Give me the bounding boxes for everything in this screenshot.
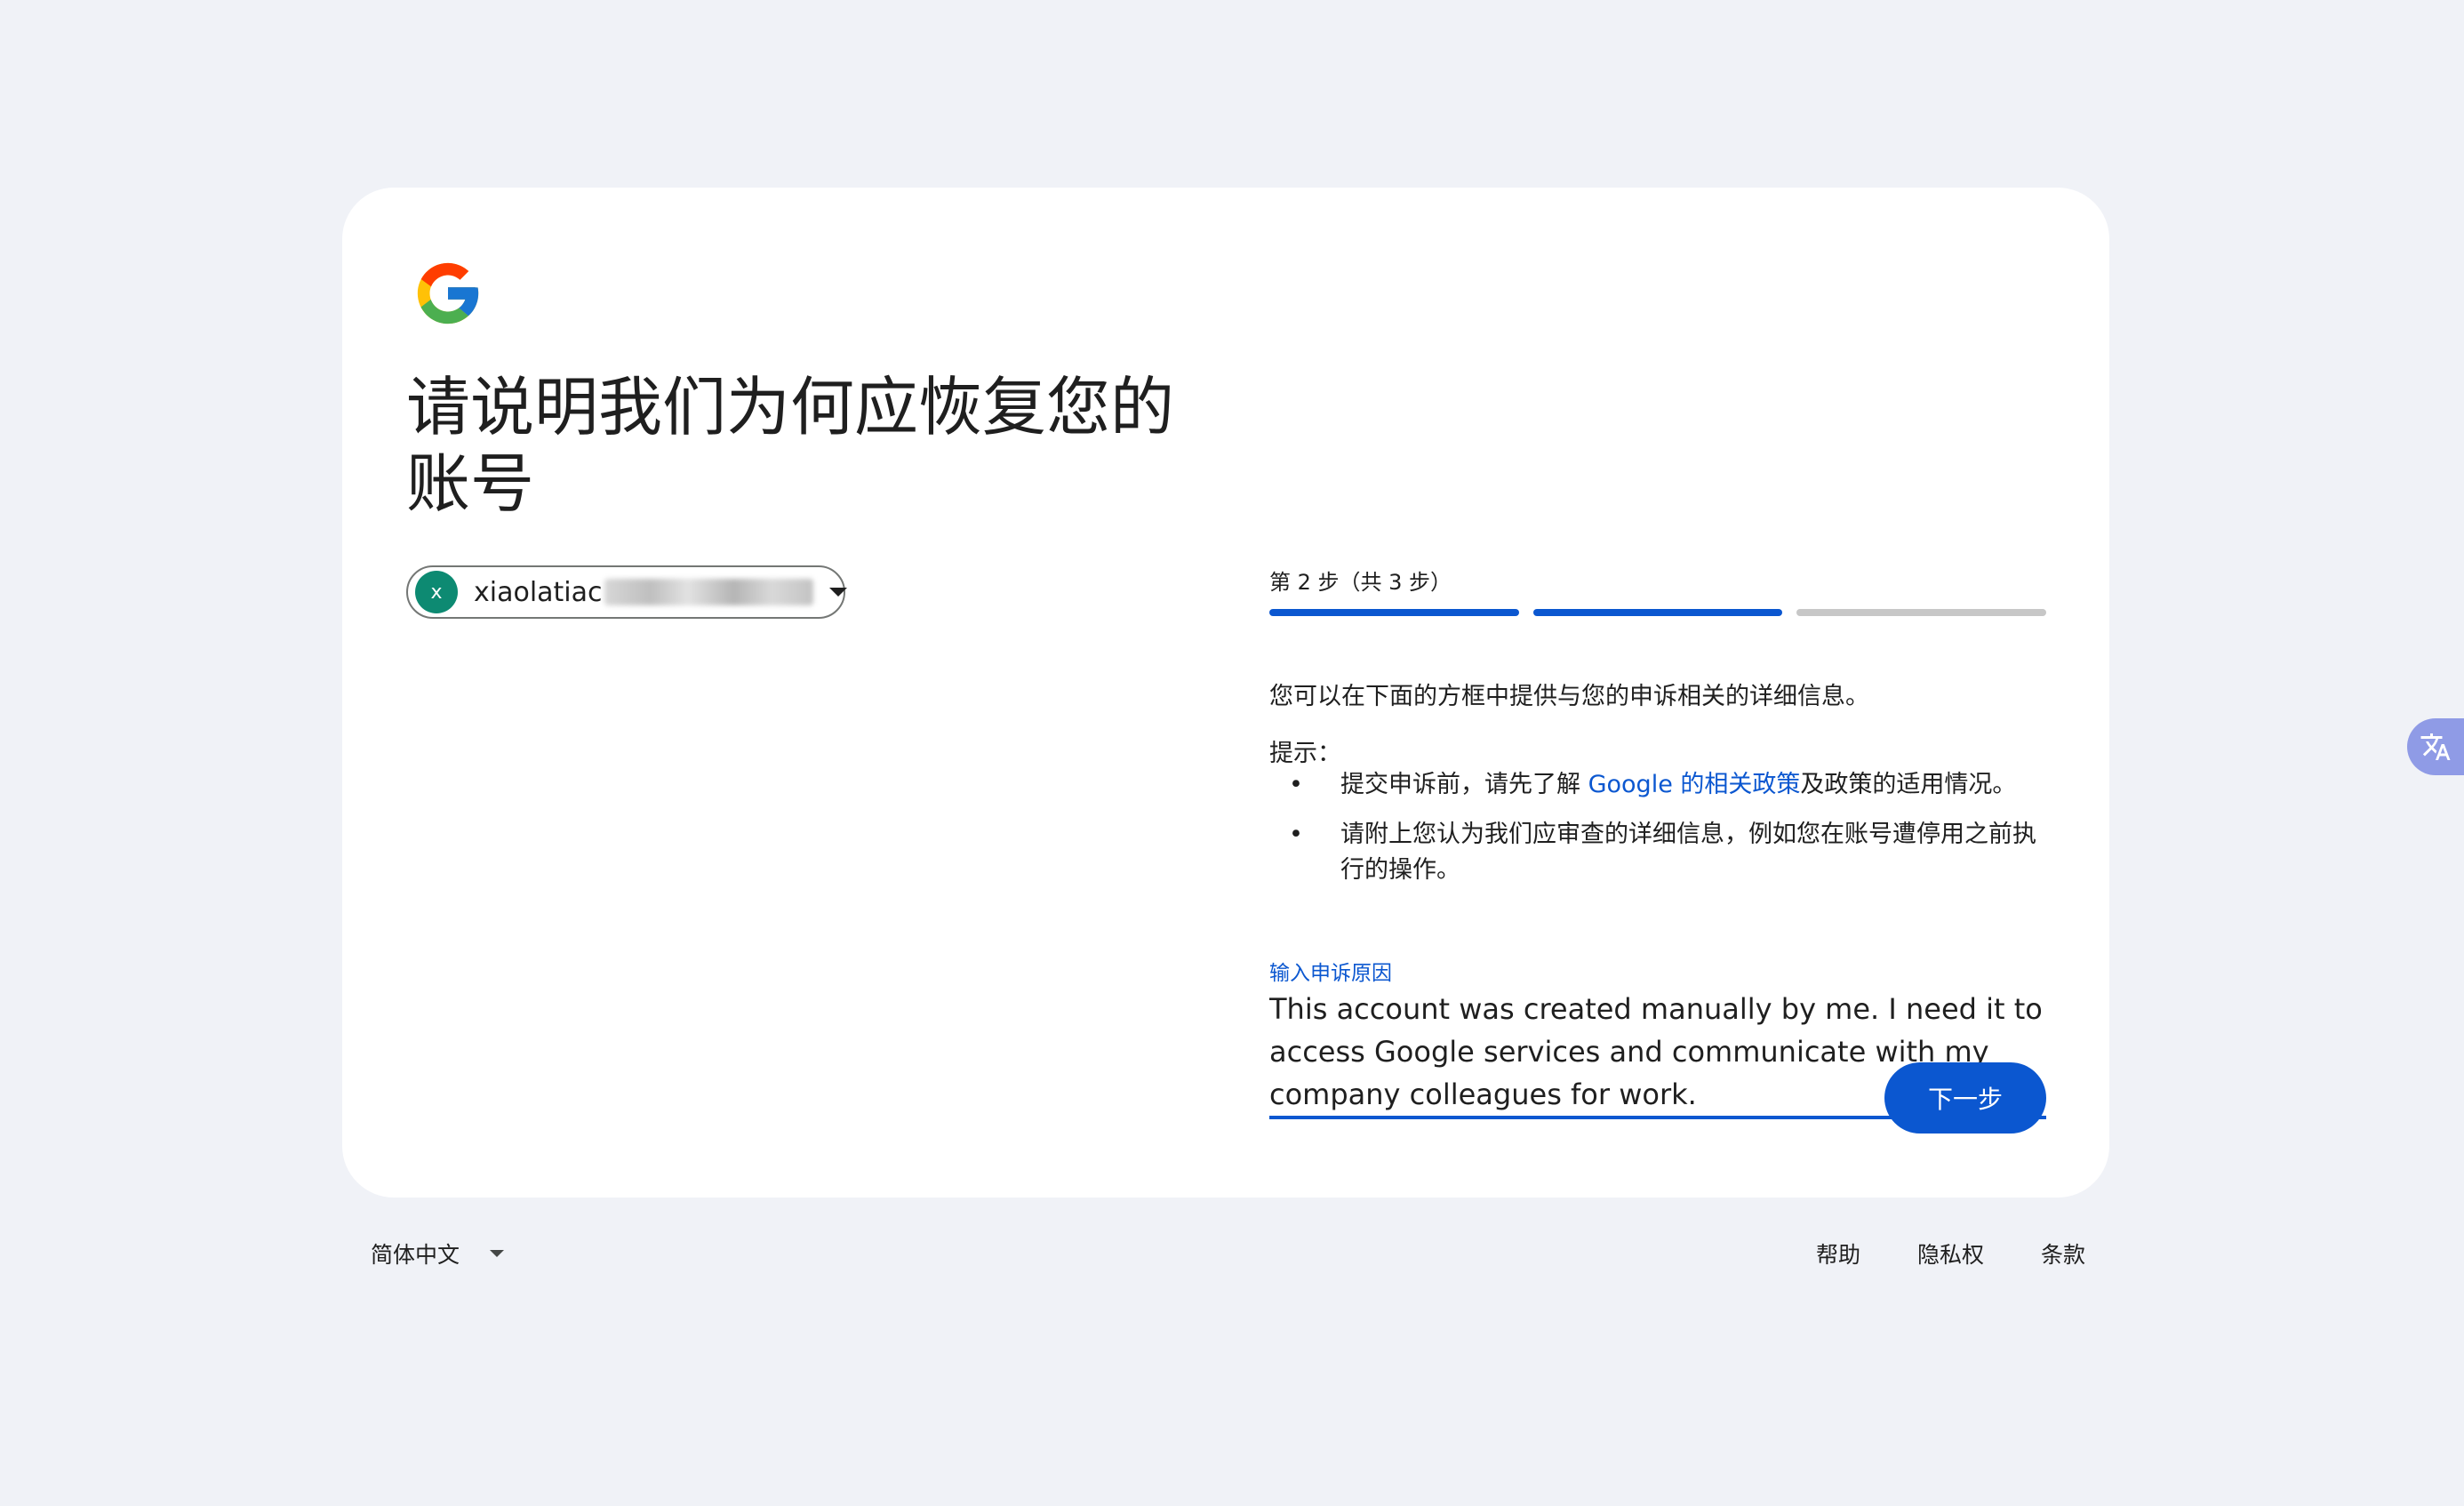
reason-field-label: 输入申诉原因 [1269, 962, 1392, 985]
language-label: 简体中文 [371, 1242, 460, 1268]
google-logo-icon [417, 262, 479, 324]
next-button[interactable]: 下一步 [1884, 1062, 2046, 1134]
translate-icon [2420, 733, 2451, 760]
step-indicator: 第 2 步（共 3 步） [1269, 570, 1452, 595]
tips-label: 提示： [1269, 740, 1341, 767]
tip1-prefix: 提交申诉前，请先了解 [1340, 771, 1588, 798]
step-segment-2 [1532, 609, 1783, 616]
appeal-card: 请说明我们为何应恢复您的账号 x xiaolatiac 第 2 步（共 3 步）… [342, 188, 2109, 1198]
help-link[interactable]: 帮助 [1816, 1238, 1860, 1270]
list-item: 请附上您认为我们应审查的详细信息，例如您在账号遭停用之前执行的操作。 [1269, 817, 2052, 888]
privacy-link[interactable]: 隐私权 [1917, 1238, 1984, 1270]
terms-link[interactable]: 条款 [2041, 1238, 2085, 1270]
list-item: 提交申诉前，请先了解 Google 的相关政策及政策的适用情况。 [1269, 767, 2052, 803]
account-email: xiaolatiac [474, 576, 603, 608]
tips-list: 提交申诉前，请先了解 Google 的相关政策及政策的适用情况。 请附上您认为我… [1269, 767, 2052, 902]
step-progress-bar [1269, 609, 2047, 616]
step-segment-3 [1796, 609, 2047, 616]
translate-button[interactable] [2407, 718, 2464, 775]
avatar: x [415, 571, 458, 613]
redacted-email-blur [604, 579, 813, 605]
step-segment-1 [1269, 609, 1519, 616]
chevron-down-icon [828, 588, 847, 597]
footer-links: 帮助 隐私权 条款 [1816, 1238, 2085, 1270]
account-chip[interactable]: x xiaolatiac [406, 565, 847, 619]
description-text: 您可以在下面的方框中提供与您的申诉相关的详细信息。 [1269, 683, 1869, 710]
tip1-suffix: 及政策的适用情况。 [1800, 771, 2017, 798]
language-selector[interactable]: 简体中文 [371, 1238, 505, 1270]
caret-down-icon [490, 1250, 505, 1257]
page-title: 请说明我们为何应恢复您的账号 [406, 370, 1175, 521]
policy-link[interactable]: Google 的相关政策 [1588, 771, 1801, 798]
